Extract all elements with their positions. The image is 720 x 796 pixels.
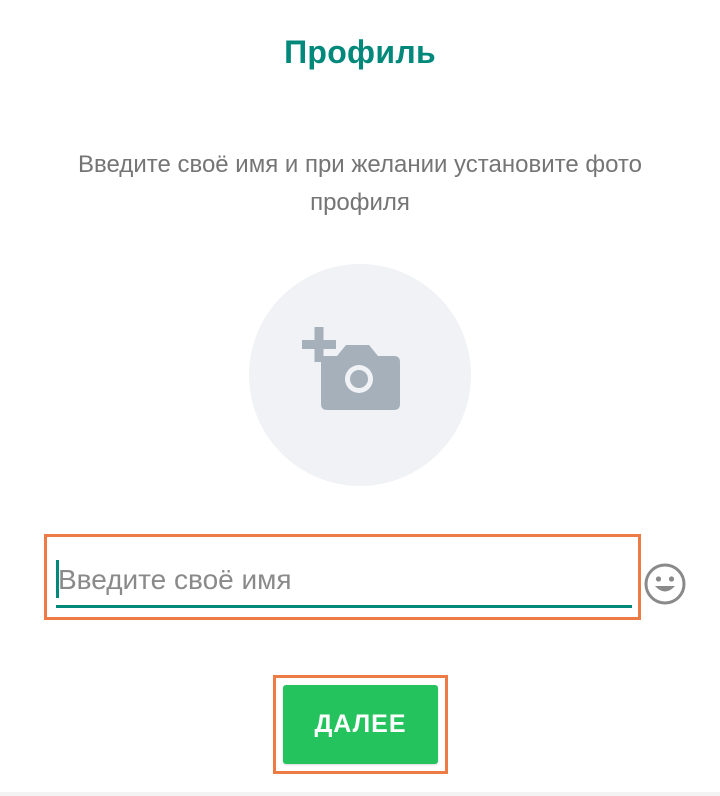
profile-photo-picker[interactable] xyxy=(249,264,471,486)
name-input[interactable] xyxy=(56,555,634,605)
add-photo-camera-icon xyxy=(302,327,400,410)
text-cursor xyxy=(56,560,59,598)
emoji-button[interactable] xyxy=(643,562,687,606)
page-title: Профиль xyxy=(284,34,436,70)
profile-setup-screen: Профиль Введите своё имя и при желании у… xyxy=(0,0,720,796)
name-input-underline xyxy=(56,605,632,608)
instruction-text: Введите своё имя и при желании установит… xyxy=(78,151,642,216)
bottom-divider xyxy=(0,792,720,796)
next-button[interactable]: ДАЛЕЕ xyxy=(283,685,438,764)
smiley-face-icon xyxy=(644,563,686,605)
